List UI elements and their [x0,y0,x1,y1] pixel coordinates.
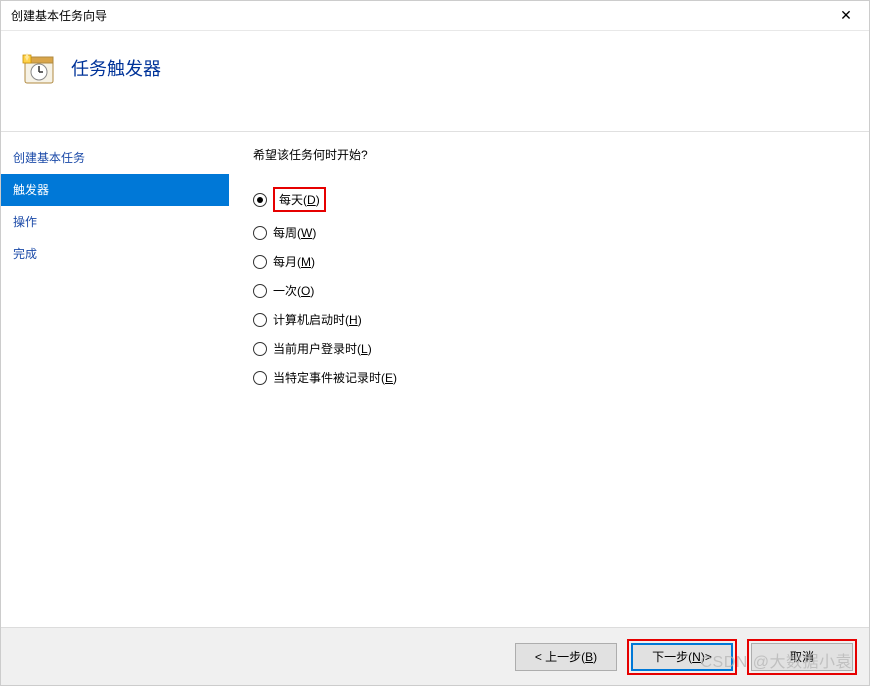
radio-startup[interactable]: 计算机启动时(H) [253,305,845,334]
wizard-footer: < 上一步(B) 下一步(N) > 取消 [1,627,869,685]
highlight-next: 下一步(N) > [627,639,737,675]
radio-icon [253,255,267,269]
wizard-body: 创建基本任务 触发器 操作 完成 希望该任务何时开始? 每天(D) 每周(W) [1,131,869,627]
wizard-steps-sidebar: 创建基本任务 触发器 操作 完成 [1,132,229,627]
radio-once[interactable]: 一次(O) [253,276,845,305]
radio-event[interactable]: 当特定事件被记录时(E) [253,363,845,392]
close-icon: ✕ [840,7,852,24]
radio-label: 当前用户登录时(L) [273,340,372,357]
radio-label: 每周(W) [273,224,316,241]
radio-label: 一次(O) [273,282,314,299]
titlebar: 创建基本任务向导 ✕ [1,1,869,31]
radio-label: 每月(M) [273,253,315,270]
wizard-window: 创建基本任务向导 ✕ 任务触发器 创建基本任务 触发器 操作 完成 [0,0,870,686]
back-button[interactable]: < 上一步(B) [515,643,617,671]
wizard-content: 希望该任务何时开始? 每天(D) 每周(W) 每月(M) [229,132,869,627]
radio-icon [253,313,267,327]
radio-label: 计算机启动时(H) [273,311,362,328]
sidebar-item-finish[interactable]: 完成 [1,238,229,270]
radio-logon[interactable]: 当前用户登录时(L) [253,334,845,363]
radio-monthly[interactable]: 每月(M) [253,247,845,276]
radio-label: 每天(D) [279,191,320,208]
window-title: 创建基本任务向导 [11,7,107,24]
radio-weekly[interactable]: 每周(W) [253,218,845,247]
sidebar-item-create-basic-task[interactable]: 创建基本任务 [1,142,229,174]
sidebar-item-action[interactable]: 操作 [1,206,229,238]
clock-task-icon [21,51,57,87]
radio-icon [253,226,267,240]
radio-icon [253,371,267,385]
trigger-prompt: 希望该任务何时开始? [253,146,845,163]
sidebar-item-trigger[interactable]: 触发器 [1,174,229,206]
cancel-button[interactable]: 取消 [751,643,853,671]
highlight-daily: 每天(D) [273,187,326,212]
wizard-header: 任务触发器 [1,31,869,131]
close-button[interactable]: ✕ [823,1,869,31]
highlight-cancel: 取消 [747,639,857,675]
radio-daily[interactable]: 每天(D) [253,181,845,218]
radio-label: 当特定事件被记录时(E) [273,369,397,386]
next-button[interactable]: 下一步(N) > [631,643,733,671]
radio-icon [253,342,267,356]
wizard-step-title: 任务触发器 [71,49,161,81]
radio-icon [253,193,267,207]
trigger-options: 每天(D) 每周(W) 每月(M) 一次(O) 计算机启动 [253,181,845,392]
radio-icon [253,284,267,298]
